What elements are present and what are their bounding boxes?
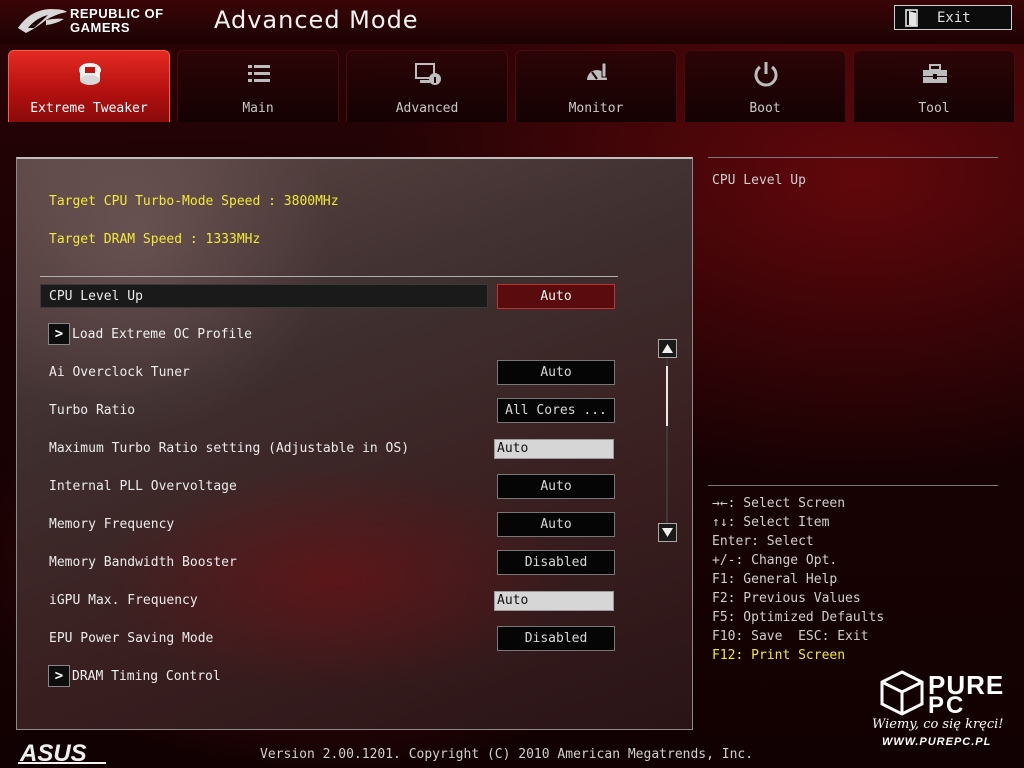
submenu-arrow-icon[interactable]: > bbox=[48, 665, 70, 687]
ai-overclock-tuner-select[interactable]: Auto bbox=[497, 360, 615, 385]
igpu-max-frequency-label: iGPU Max. Frequency bbox=[49, 593, 198, 608]
igpu-max-frequency-input[interactable]: Auto bbox=[494, 591, 614, 611]
rog-brand-line1: REPUBLIC OF bbox=[70, 6, 164, 21]
turbo-ratio-select[interactable]: All Cores ... bbox=[497, 398, 615, 423]
purepc-watermark: PURE PC Wiemy, co się kręci! WWW.PUREPC.… bbox=[872, 668, 1012, 752]
epu-power-saving-select[interactable]: Disabled bbox=[497, 626, 615, 651]
divider bbox=[40, 276, 618, 277]
dram-speed-info: Target DRAM Speed : 1333MHz bbox=[49, 232, 261, 247]
asus-logo: ASUS bbox=[18, 741, 106, 765]
tab-label-boot: Boot bbox=[749, 101, 781, 116]
key-help-f5: F5: Optimized Defaults bbox=[712, 610, 885, 625]
tab-monitor[interactable]: Monitor bbox=[515, 50, 677, 122]
scrollbar-thumb[interactable] bbox=[666, 366, 668, 426]
memory-frequency-select[interactable]: Auto bbox=[497, 512, 615, 537]
max-turbo-ratio-input[interactable]: Auto bbox=[494, 439, 614, 459]
epu-power-saving-label: EPU Power Saving Mode bbox=[49, 631, 214, 646]
rog-brand-line2: GAMERS bbox=[70, 20, 131, 35]
triangle-up-icon bbox=[662, 344, 673, 353]
key-help-f2: F2: Previous Values bbox=[712, 591, 861, 606]
tab-label-extreme-tweaker: Extreme Tweaker bbox=[30, 101, 148, 116]
internal-pll-overvoltage-select[interactable]: Auto bbox=[497, 474, 615, 499]
list-icon bbox=[248, 65, 270, 82]
key-help-select-item: ↑↓: Select Item bbox=[712, 515, 830, 530]
help-divider-top bbox=[708, 157, 998, 158]
exit-button[interactable]: Exit bbox=[894, 5, 1012, 30]
submenu-arrow-icon[interactable]: > bbox=[48, 323, 70, 345]
page-title: Advanced Mode bbox=[214, 6, 419, 34]
exit-door-icon bbox=[905, 9, 918, 27]
settings-panel: Target CPU Turbo-Mode Speed : 3800MHz Ta… bbox=[16, 157, 693, 730]
key-help-enter: Enter: Select bbox=[712, 534, 814, 549]
help-description: CPU Level Up bbox=[712, 173, 806, 188]
tab-label-monitor: Monitor bbox=[568, 101, 624, 116]
rog-logo: REPUBLIC OF GAMERS bbox=[16, 4, 184, 38]
rog-brand-text: REPUBLIC OF GAMERS bbox=[70, 7, 164, 35]
purepc-text-line2: PC bbox=[928, 692, 966, 719]
key-help-change-opt: +/-: Change Opt. bbox=[712, 553, 838, 568]
memory-bandwidth-booster-select[interactable]: Disabled bbox=[497, 550, 615, 575]
internal-pll-overvoltage-label: Internal PLL Overvoltage bbox=[49, 479, 237, 494]
asus-logo-text: ASUS bbox=[19, 741, 87, 765]
tab-extreme-tweaker[interactable]: Extreme Tweaker bbox=[8, 50, 170, 122]
purepc-url: WWW.PUREPC.PL bbox=[882, 736, 992, 748]
tab-label-tool: Tool bbox=[918, 101, 950, 116]
cpu-turbo-speed-info: Target CPU Turbo-Mode Speed : 3800MHz bbox=[49, 194, 339, 209]
purepc-cube-icon bbox=[880, 670, 924, 716]
scroll-up-button[interactable] bbox=[658, 339, 677, 358]
power-icon bbox=[754, 62, 778, 87]
load-extreme-oc-profile-link[interactable]: Load Extreme OC Profile bbox=[72, 327, 252, 343]
memory-bandwidth-booster-label: Memory Bandwidth Booster bbox=[49, 555, 237, 570]
rog-eye-icon bbox=[18, 9, 67, 33]
tab-boot[interactable]: Boot bbox=[684, 50, 846, 122]
scroll-down-button[interactable] bbox=[658, 523, 677, 542]
max-turbo-ratio-label: Maximum Turbo Ratio setting (Adjustable … bbox=[49, 441, 410, 456]
triangle-down-icon bbox=[662, 528, 673, 537]
key-help-f1: F1: General Help bbox=[712, 572, 838, 587]
dram-timing-control-link[interactable]: DRAM Timing Control bbox=[72, 669, 221, 685]
toolbox-icon bbox=[923, 64, 947, 83]
turbo-ratio-label: Turbo Ratio bbox=[49, 403, 136, 418]
version-text: Version 2.00.1201. Copyright (C) 2010 Am… bbox=[260, 747, 754, 762]
ai-overclock-tuner-label: Ai Overclock Tuner bbox=[49, 365, 190, 380]
help-divider-bottom bbox=[708, 485, 998, 486]
key-help-select-screen: →←: Select Screen bbox=[712, 496, 846, 511]
tab-main[interactable]: Main bbox=[177, 50, 339, 122]
tab-tool[interactable]: Tool bbox=[853, 50, 1015, 122]
extreme-tweaker-icon bbox=[79, 63, 101, 85]
exit-label: Exit bbox=[937, 10, 971, 26]
monitor-gauge-icon bbox=[587, 62, 607, 80]
key-help-f12: F12: Print Screen bbox=[712, 648, 846, 663]
advanced-settings-icon bbox=[415, 63, 441, 85]
tab-advanced[interactable]: Advanced bbox=[346, 50, 508, 122]
tab-label-advanced: Advanced bbox=[395, 101, 459, 116]
memory-frequency-label: Memory Frequency bbox=[49, 517, 175, 532]
purepc-slogan: Wiemy, co się kręci! bbox=[872, 717, 1004, 732]
cpu-level-up-label[interactable]: CPU Level Up bbox=[49, 289, 143, 305]
cpu-level-up-select[interactable]: Auto bbox=[497, 284, 615, 309]
tab-label-main: Main bbox=[242, 101, 274, 116]
header-bar: REPUBLIC OF GAMERS Advanced Mode Exit bbox=[0, 0, 1024, 44]
key-help-f10-esc: F10: Save ESC: Exit bbox=[712, 629, 869, 644]
